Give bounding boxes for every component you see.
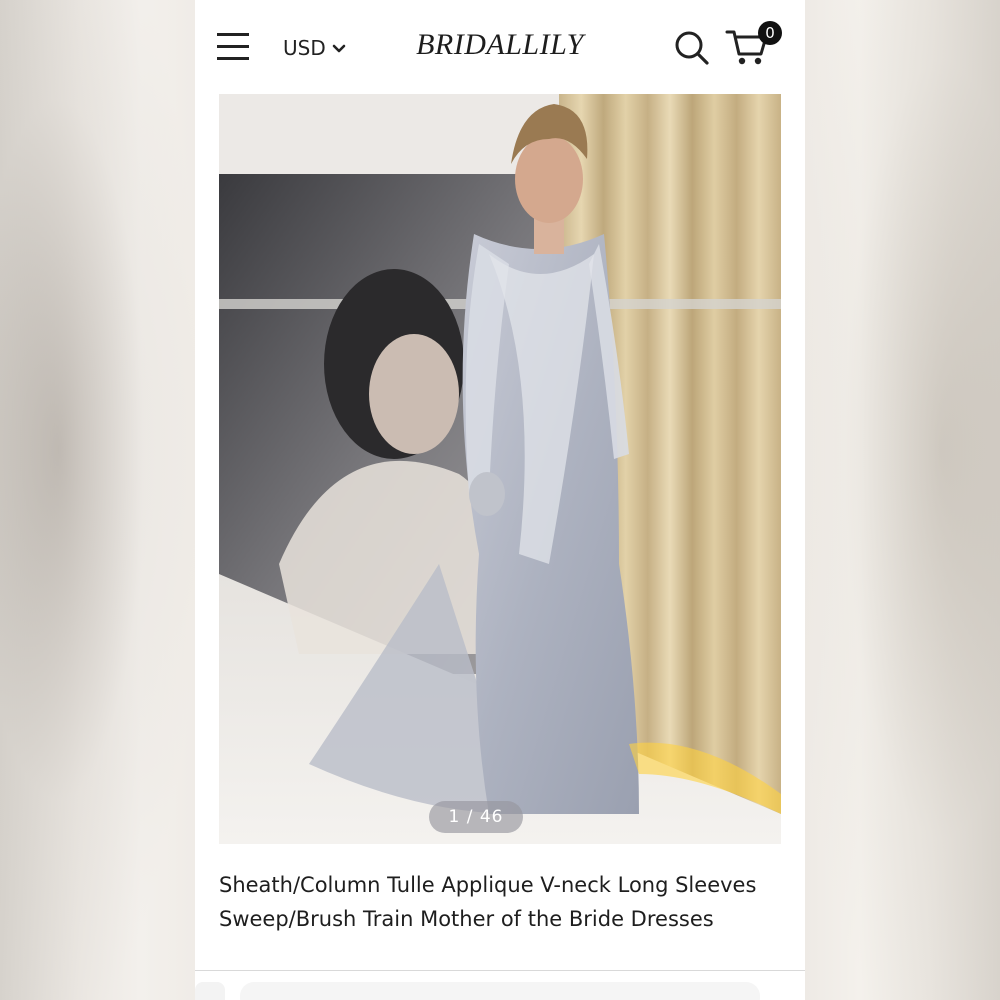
background-left-shade [0, 0, 195, 1000]
background-right-shade [805, 0, 1000, 1000]
hamburger-icon-bar [217, 57, 249, 60]
bottom-bar-item[interactable] [195, 982, 225, 1000]
product-photo [219, 94, 781, 844]
divider [195, 970, 805, 971]
bottom-bar-item[interactable] [240, 982, 760, 1000]
currency-label: USD [283, 36, 326, 60]
hamburger-icon-bar [217, 45, 249, 48]
chevron-down-icon [332, 44, 346, 52]
menu-button[interactable] [217, 30, 251, 62]
currency-selector[interactable]: USD [283, 34, 346, 62]
search-icon [675, 31, 709, 65]
search-button[interactable] [673, 28, 713, 68]
cart-count-badge: 0 [758, 21, 782, 45]
hamburger-icon [217, 33, 249, 36]
site-logo[interactable]: BRIDALLILY [400, 28, 600, 62]
image-counter: 1 / 46 [429, 801, 523, 833]
site-header: USD BRIDALLILY 0 [195, 0, 805, 94]
product-image-gallery[interactable] [219, 94, 781, 844]
product-title: Sheath/Column Tulle Applique V-neck Long… [219, 873, 757, 931]
product-page: USD BRIDALLILY 0 1 / 46 Sheath/Column Tu… [195, 0, 805, 970]
